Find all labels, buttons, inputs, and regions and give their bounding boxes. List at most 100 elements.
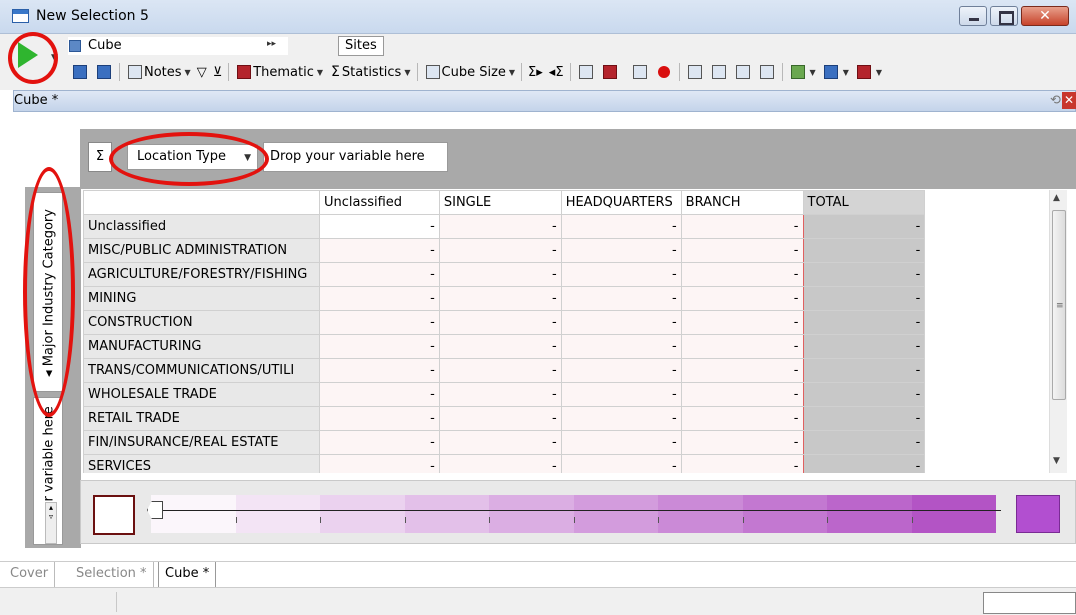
sites-button[interactable]: Sites: [338, 36, 384, 56]
tab-selection[interactable]: Selection *: [70, 562, 154, 588]
layout-button[interactable]: [574, 62, 598, 82]
row-header[interactable]: RETAIL TRADE: [83, 406, 320, 431]
total-cell[interactable]: -: [802, 310, 926, 335]
data-cell[interactable]: -: [680, 406, 804, 431]
data-cell[interactable]: -: [560, 406, 682, 431]
column-header[interactable]: SINGLE: [438, 190, 562, 215]
play-icon[interactable]: [18, 42, 38, 68]
row-header[interactable]: MANUFACTURING: [83, 334, 320, 359]
chevron-down-icon[interactable]: ▼: [244, 146, 251, 170]
row-header[interactable]: Unclassified: [83, 214, 320, 239]
data-cell[interactable]: -: [680, 238, 804, 263]
legend-high-color[interactable]: [1016, 495, 1060, 533]
total-cell[interactable]: -: [802, 262, 926, 287]
data-cell[interactable]: -: [438, 358, 562, 383]
data-cell[interactable]: -: [318, 454, 440, 473]
total-cell[interactable]: -: [802, 238, 926, 263]
side-scroll-icon[interactable]: ▴ ▿: [45, 502, 57, 544]
data-cell[interactable]: -: [680, 358, 804, 383]
data-cell[interactable]: -: [318, 334, 440, 359]
data-cell[interactable]: -: [560, 238, 682, 263]
major-industry-variable[interactable]: ◂ Major Industry Category: [33, 192, 63, 392]
data-cell[interactable]: -: [680, 382, 804, 407]
data-cell[interactable]: -: [560, 334, 682, 359]
total-cell[interactable]: -: [802, 358, 926, 383]
data-cell[interactable]: -: [318, 382, 440, 407]
data-cell[interactable]: -: [318, 358, 440, 383]
data-cell[interactable]: -: [680, 334, 804, 359]
clear-filter-button[interactable]: ⊻: [210, 62, 226, 82]
legend-slider-handle[interactable]: [147, 501, 163, 519]
row-header[interactable]: WHOLESALE TRADE: [83, 382, 320, 407]
row-drop-zone[interactable]: ◂ Major Industry Category p your variabl…: [25, 187, 81, 548]
data-cell[interactable]: -: [680, 214, 804, 239]
data-cell[interactable]: -: [318, 214, 440, 239]
data-cell[interactable]: -: [680, 430, 804, 455]
data-cell[interactable]: -: [318, 262, 440, 287]
total-cell[interactable]: -: [802, 286, 926, 311]
data-cell[interactable]: -: [318, 286, 440, 311]
cube-selector[interactable]: Cube ▸▸: [68, 37, 288, 55]
close-button[interactable]: ✕: [1021, 6, 1069, 26]
data-cell[interactable]: -: [680, 286, 804, 311]
vertical-scrollbar[interactable]: ▲ ≡ ▼: [1049, 190, 1067, 473]
row-header[interactable]: MINING: [83, 286, 320, 311]
export-excel-button[interactable]: ▼: [786, 62, 819, 82]
data-cell[interactable]: -: [438, 310, 562, 335]
row-header[interactable]: FIN/INSURANCE/REAL ESTATE: [83, 430, 320, 455]
data-cell[interactable]: -: [318, 238, 440, 263]
open-button[interactable]: [68, 62, 92, 82]
total-cell[interactable]: -: [802, 334, 926, 359]
data-cell[interactable]: -: [560, 382, 682, 407]
total-cell[interactable]: -: [802, 214, 926, 239]
data-cell[interactable]: -: [438, 334, 562, 359]
data-cell[interactable]: -: [438, 454, 562, 473]
data-cell[interactable]: -: [560, 214, 682, 239]
column-header[interactable]: Unclassified: [318, 190, 440, 215]
data-cell[interactable]: -: [438, 286, 562, 311]
export-pdf-button[interactable]: ▼: [852, 62, 885, 82]
scroll-down-icon[interactable]: ▼: [1053, 456, 1060, 466]
data-cell[interactable]: -: [318, 430, 440, 455]
legend-low-color[interactable]: [93, 495, 135, 535]
data-cell[interactable]: -: [680, 310, 804, 335]
data-cell[interactable]: -: [318, 310, 440, 335]
pin-icon[interactable]: ⟲: [1050, 93, 1061, 108]
filter-button[interactable]: ▽: [194, 62, 210, 82]
total-cell[interactable]: -: [802, 382, 926, 407]
data-cell[interactable]: -: [560, 262, 682, 287]
data-cell[interactable]: -: [438, 214, 562, 239]
panel-close-icon[interactable]: ✕: [1062, 92, 1076, 109]
data-cell[interactable]: -: [560, 286, 682, 311]
sum-forward-button[interactable]: Σ▸: [525, 62, 546, 82]
column-header[interactable]: BRANCH: [680, 190, 804, 215]
data-cell[interactable]: -: [438, 262, 562, 287]
zero-button[interactable]: [707, 62, 731, 82]
scroll-up-icon[interactable]: ▲: [1053, 193, 1060, 203]
data-cell[interactable]: -: [680, 262, 804, 287]
notes-button[interactable]: Notes ▼: [123, 62, 194, 82]
data-cell[interactable]: -: [680, 454, 804, 473]
row-header[interactable]: SERVICES: [83, 454, 320, 473]
column-header[interactable]: HEADQUARTERS: [560, 190, 682, 215]
total-cell[interactable]: -: [802, 406, 926, 431]
color-button[interactable]: [598, 62, 622, 82]
play-dropdown-icon[interactable]: ▼: [51, 53, 58, 63]
location-type-variable[interactable]: Location Type ▼: [127, 144, 258, 170]
data-cell[interactable]: -: [438, 406, 562, 431]
record-button[interactable]: [652, 62, 676, 82]
data-cell[interactable]: -: [438, 430, 562, 455]
chart-button[interactable]: [755, 62, 779, 82]
decimal-button[interactable]: [683, 62, 707, 82]
maximize-button[interactable]: [990, 6, 1018, 26]
tab-cube[interactable]: Cube *: [158, 562, 217, 588]
row-header[interactable]: TRANS/COMMUNICATIONS/UTILI: [83, 358, 320, 383]
total-cell[interactable]: -: [802, 430, 926, 455]
text-button[interactable]: [731, 62, 755, 82]
statistics-button[interactable]: Σ Statistics ▼: [326, 62, 413, 82]
data-cell[interactable]: -: [438, 238, 562, 263]
data-cell[interactable]: -: [560, 310, 682, 335]
minimize-button[interactable]: [959, 6, 987, 26]
data-cell[interactable]: -: [560, 358, 682, 383]
column-drop-placeholder[interactable]: Drop your variable here: [263, 142, 448, 172]
